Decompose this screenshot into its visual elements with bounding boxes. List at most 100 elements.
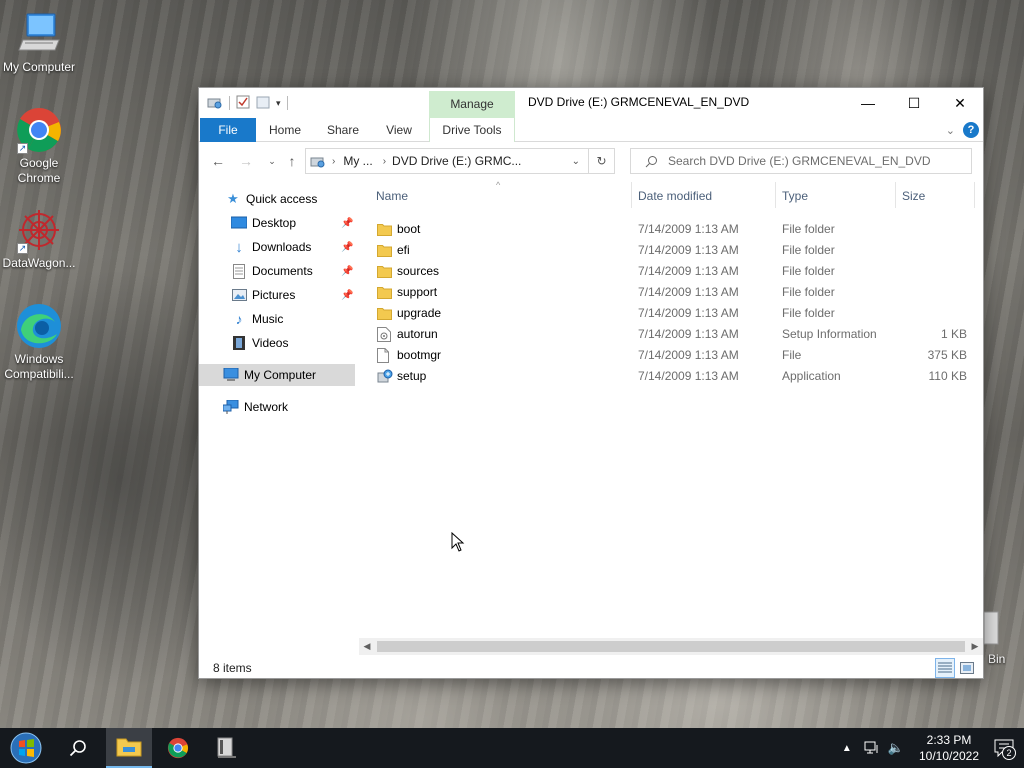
large-icons-view-icon[interactable] bbox=[957, 658, 977, 678]
column-header-size[interactable]: Size bbox=[902, 186, 972, 206]
close-button[interactable]: ✕ bbox=[937, 88, 983, 118]
tab-home[interactable]: Home bbox=[261, 118, 309, 142]
system-tray: ▲ 🔈 2:33 PM 10/10/2022 2 bbox=[842, 728, 1024, 768]
file-type: Application bbox=[782, 369, 841, 383]
file-date-modified: 7/14/2009 1:13 AM bbox=[638, 327, 739, 341]
star-icon: ★ bbox=[227, 191, 239, 206]
nav-label: Network bbox=[244, 400, 289, 414]
back-arrow-icon[interactable]: ← bbox=[209, 151, 227, 171]
download-arrow-icon: ↓ bbox=[235, 238, 243, 256]
address-dropdown-icon[interactable]: ⌄ bbox=[572, 156, 580, 167]
search-taskbar-button[interactable] bbox=[60, 728, 96, 768]
music-note-icon: ♪ bbox=[235, 311, 243, 327]
column-header-type[interactable]: Type bbox=[782, 186, 892, 206]
table-row[interactable]: support 7/14/2009 1:13 AM File folder bbox=[359, 282, 983, 303]
nav-pictures[interactable]: Pictures 📌 bbox=[231, 284, 359, 306]
tab-share[interactable]: Share bbox=[319, 118, 367, 142]
nav-videos[interactable]: Videos bbox=[231, 332, 288, 354]
tab-drive-tools[interactable]: Drive Tools bbox=[429, 118, 515, 142]
tab-view[interactable]: View bbox=[377, 118, 421, 142]
details-view-icon[interactable] bbox=[935, 658, 955, 678]
setup-app-icon bbox=[377, 369, 393, 383]
network-tray-icon[interactable] bbox=[864, 741, 880, 755]
file-date-modified: 7/14/2009 1:13 AM bbox=[638, 306, 739, 320]
customize-qat-icon[interactable]: ▾ bbox=[276, 98, 281, 109]
scrollbar-thumb[interactable] bbox=[377, 641, 965, 652]
volume-icon[interactable]: 🔈 bbox=[888, 740, 904, 756]
help-icon[interactable]: ? bbox=[963, 122, 979, 138]
windows-orb-icon bbox=[10, 732, 42, 764]
nav-label: Music bbox=[252, 312, 284, 326]
pin-icon[interactable]: 📌 bbox=[341, 242, 353, 253]
breadcrumb-separator-icon[interactable]: › bbox=[383, 156, 386, 167]
breadcrumb-dvd-drive[interactable]: DVD Drive (E:) GRMC... bbox=[392, 154, 521, 168]
taskbar-chrome[interactable] bbox=[158, 728, 198, 768]
properties-icon[interactable] bbox=[236, 95, 250, 112]
desktop-icon-windows-compatibility[interactable]: Windows Compatibili... bbox=[0, 302, 78, 382]
drive-icon[interactable] bbox=[207, 94, 223, 113]
nav-label: Quick access bbox=[246, 192, 318, 206]
action-center-button[interactable]: 2 bbox=[984, 728, 1024, 768]
nav-network[interactable]: Network bbox=[223, 396, 288, 418]
pin-icon[interactable]: 📌 bbox=[341, 266, 353, 277]
breadcrumb-my-computer[interactable]: My ... bbox=[343, 154, 372, 168]
new-folder-icon[interactable] bbox=[256, 95, 270, 112]
tab-manage[interactable]: Manage bbox=[429, 91, 515, 118]
pin-icon[interactable]: 📌 bbox=[341, 218, 353, 229]
file-type: File folder bbox=[782, 264, 835, 278]
pin-icon[interactable]: 📌 bbox=[341, 290, 353, 301]
nav-downloads[interactable]: ↓ Downloads 📌 bbox=[231, 236, 359, 258]
breadcrumb-separator-icon[interactable]: › bbox=[332, 156, 335, 167]
table-row[interactable]: setup 7/14/2009 1:13 AM Application 110 KB bbox=[359, 366, 983, 387]
show-hidden-icons-chevron-icon[interactable]: ▲ bbox=[842, 743, 852, 754]
desktop-icon-label: Windows Compatibili... bbox=[4, 352, 74, 381]
recycle-bin-icon bbox=[984, 611, 999, 645]
scroll-right-icon[interactable]: ▶ bbox=[967, 639, 983, 654]
table-row[interactable]: boot 7/14/2009 1:13 AM File folder bbox=[359, 219, 983, 240]
title-bar[interactable]: ▾ Manage DVD Drive (E:) GRMCENEVAL_EN_DV… bbox=[199, 88, 983, 118]
file-size: 375 KB bbox=[927, 348, 967, 362]
desktop-icon-recycle-bin[interactable]: Bin bbox=[984, 604, 1024, 674]
forward-arrow-icon[interactable]: → bbox=[237, 151, 255, 171]
desktop-icon-datawagon[interactable]: ↗ DataWagon... bbox=[0, 206, 78, 271]
file-date-modified: 7/14/2009 1:13 AM bbox=[638, 222, 739, 236]
maximize-button[interactable]: ☐ bbox=[891, 88, 937, 118]
table-row[interactable]: autorun 7/14/2009 1:13 AM Setup Informatio… bbox=[359, 324, 983, 345]
search-box[interactable]: Search DVD Drive (E:) GRMCENEVAL_EN_DVD bbox=[630, 148, 972, 174]
taskbar-app[interactable] bbox=[206, 728, 246, 768]
recent-locations-chevron-icon[interactable]: ⌄ bbox=[263, 151, 281, 171]
desktop-icon-label: DataWagon... bbox=[2, 256, 76, 270]
file-type: File folder bbox=[782, 222, 835, 236]
column-header-date[interactable]: Date modified bbox=[638, 186, 774, 206]
refresh-button[interactable]: ↻ bbox=[589, 148, 615, 174]
nav-desktop[interactable]: Desktop 📌 bbox=[231, 212, 359, 234]
up-arrow-icon[interactable]: ↑ bbox=[283, 151, 301, 171]
desktop-icon-google-chrome[interactable]: ↗ Google Chrome bbox=[0, 106, 78, 186]
clock[interactable]: 2:33 PM 10/10/2022 bbox=[914, 732, 984, 764]
nav-music[interactable]: ♪ Music bbox=[231, 308, 284, 330]
table-row[interactable]: efi 7/14/2009 1:13 AM File folder bbox=[359, 240, 983, 261]
tab-file[interactable]: File bbox=[200, 118, 256, 142]
horizontal-scrollbar[interactable]: ◀ ▶ bbox=[359, 638, 983, 655]
table-row[interactable]: upgrade 7/14/2009 1:13 AM File folder bbox=[359, 303, 983, 324]
computer-icon bbox=[223, 367, 239, 383]
file-size: 1 KB bbox=[940, 327, 967, 341]
minimize-button[interactable]: — bbox=[845, 88, 891, 118]
expand-ribbon-icon[interactable]: ⌄ bbox=[946, 124, 955, 137]
network-icon bbox=[223, 399, 239, 415]
item-count: 8 items bbox=[213, 661, 252, 675]
table-row[interactable]: sources 7/14/2009 1:13 AM File folder bbox=[359, 261, 983, 282]
file-date-modified: 7/14/2009 1:13 AM bbox=[638, 285, 739, 299]
desktop-icon-my-computer[interactable]: My Computer bbox=[0, 10, 78, 75]
column-header-name[interactable]: Name ^ bbox=[376, 180, 616, 206]
table-row[interactable]: bootmgr 7/14/2009 1:13 AM File 375 KB bbox=[359, 345, 983, 366]
nav-my-computer[interactable]: My Computer bbox=[199, 364, 355, 386]
file-size: 110 KB bbox=[928, 369, 967, 383]
nav-documents[interactable]: Documents 📌 bbox=[231, 260, 359, 282]
scroll-left-icon[interactable]: ◀ bbox=[359, 639, 375, 654]
address-bar[interactable]: › My ... › DVD Drive (E:) GRMC... ⌄ bbox=[305, 148, 589, 174]
nav-quick-access[interactable]: ★ Quick access bbox=[225, 188, 317, 210]
chrome-icon bbox=[167, 737, 189, 759]
taskbar-file-explorer[interactable] bbox=[106, 728, 152, 768]
start-button[interactable] bbox=[0, 728, 52, 768]
